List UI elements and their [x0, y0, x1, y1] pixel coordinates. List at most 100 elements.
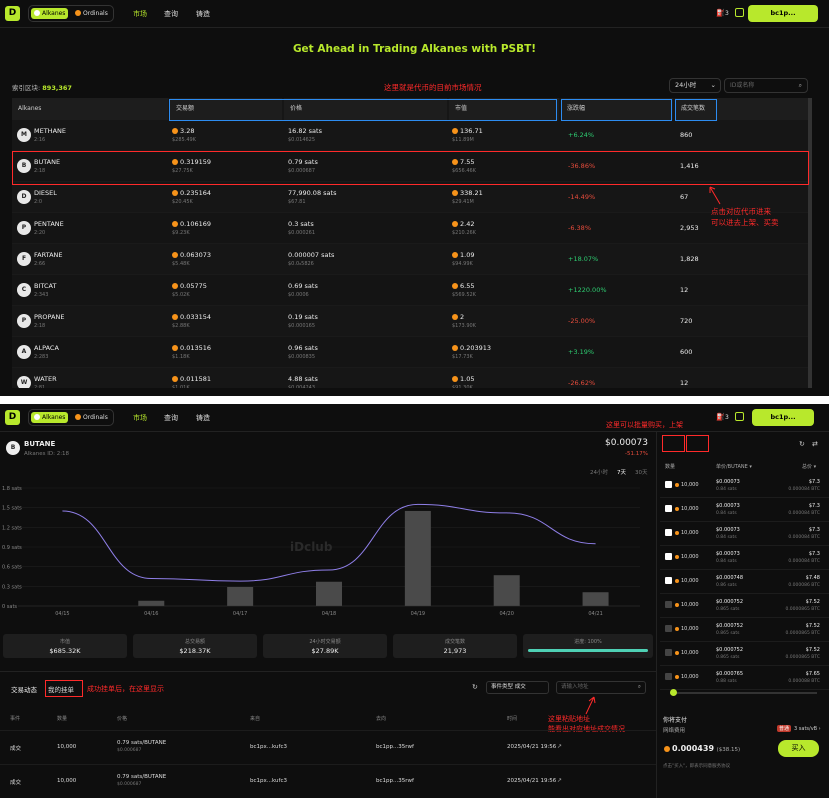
market-row[interactable]: A ALPACA 2:283 0.013516 $1.18K 0.96 sats…	[12, 337, 808, 368]
from-address[interactable]: bc1px...kufc3	[250, 744, 287, 750]
ob-col-total[interactable]: 总价 ▾	[802, 463, 816, 470]
market-panel: D Alkanes Ordinals 市场 查询 铸造 ⛽ 3 bc1p... …	[0, 0, 829, 396]
from-address[interactable]: bc1px...kufc3	[250, 778, 287, 784]
order-checkbox[interactable]	[665, 625, 672, 632]
col-event: 事件	[10, 716, 21, 722]
order-row[interactable]: 10,000 $0.000748 0.86 sats $7.48 0.00008…	[660, 570, 829, 594]
trades: 12	[680, 379, 689, 387]
order-checkbox[interactable]	[665, 529, 672, 536]
order-checkbox[interactable]	[665, 577, 672, 584]
order-sats: 0.865 sats	[716, 631, 740, 636]
mcap-usd: $210.26K	[452, 230, 476, 236]
slider-handle[interactable]	[670, 689, 677, 696]
volume-usd: $1.18K	[172, 354, 190, 360]
alkanes-tab[interactable]: Alkanes	[31, 8, 69, 19]
btc-icon	[452, 128, 458, 134]
volume-usd: $5.48K	[172, 261, 190, 267]
buy-button[interactable]: 买入	[778, 740, 819, 757]
ordinals-tab[interactable]: Ordinals	[75, 8, 108, 19]
col-alkanes[interactable]: Alkanes	[12, 98, 168, 120]
search-input[interactable]: ID或名称 ⌕	[724, 78, 808, 93]
gas-icon-2: ⛽	[716, 413, 725, 421]
order-checkbox[interactable]	[665, 553, 672, 560]
settings-icon[interactable]: ⇄	[812, 440, 818, 448]
fee-badge[interactable]: 普通	[777, 725, 792, 732]
ordinals-tab-2[interactable]: Ordinals	[75, 412, 108, 423]
external-link-icon[interactable]: ↗	[557, 743, 562, 750]
order-checkbox[interactable]	[665, 601, 672, 608]
order-btc: 0.000084 BTC	[788, 511, 820, 516]
wallet-button-2[interactable]: bc1p...	[752, 409, 814, 426]
market-row[interactable]: F FARTANE 2:66 0.063073 $5.48K 0.000007 …	[12, 244, 808, 275]
to-address[interactable]: bc1pp...35rwf	[376, 744, 414, 750]
refresh-icon-2[interactable]: ↻	[799, 440, 805, 448]
volume-usd: $20.45K	[172, 199, 193, 205]
top-nav-2: D Alkanes Ordinals 市场 查询 铸造 ⛽ 3 bc1p...	[0, 404, 829, 432]
btc-icon	[452, 345, 458, 351]
nav-query-2[interactable]: 查询	[164, 413, 178, 423]
external-link-icon[interactable]: ↗	[557, 777, 562, 784]
timeframe-select[interactable]: 24小时 ⌄	[669, 78, 721, 93]
ob-col-unit[interactable]: 单价/BUTANE ▾	[716, 463, 752, 470]
order-checkbox[interactable]	[665, 505, 672, 512]
protocol-toggle[interactable]: Alkanes Ordinals	[28, 5, 114, 22]
order-checkbox[interactable]	[665, 649, 672, 656]
price: 0.19 sats	[288, 313, 318, 321]
volume: 0.063073	[172, 251, 211, 259]
market-row[interactable]: P PROPANE 2:18 0.033154 $2.88K 0.19 sats…	[12, 306, 808, 337]
btc-icon	[675, 627, 679, 631]
order-row[interactable]: 10,000 $0.00073 0.84 sats $7.3 0.000084 …	[660, 522, 829, 546]
wallet-icon[interactable]	[735, 8, 744, 17]
wallet-icon-2[interactable]	[735, 412, 744, 421]
logo-icon-2[interactable]: D	[5, 410, 20, 425]
trades: 67	[680, 193, 689, 201]
protocol-toggle-2[interactable]: Alkanes Ordinals	[28, 409, 114, 426]
btc-icon	[675, 603, 679, 607]
token-id: Alkanes ID: 2:18	[24, 451, 70, 457]
terms[interactable]: 点击"买入"，即表示同意服务协议	[663, 763, 730, 769]
market-row[interactable]: P PENTANE 2:20 0.106169 $9.23K 0.3 sats …	[12, 213, 808, 244]
order-checkbox[interactable]	[665, 673, 672, 680]
fee-value[interactable]: 3 sats/vB ›	[794, 726, 821, 732]
trades: 2,953	[680, 224, 699, 232]
market-row[interactable]: M METHANE 2:16 3.28 $285.49K 16.82 sats …	[12, 120, 808, 151]
order-row[interactable]: 10,000 $0.000752 0.865 sats $7.52 0.0000…	[660, 642, 829, 666]
market-row[interactable]: D DIESEL 2:0 0.235164 $20.45K 77,990.08 …	[12, 182, 808, 213]
mcap-usd: $91.30K	[452, 385, 473, 388]
mcap-usd: $17.73K	[452, 354, 473, 360]
to-address[interactable]: bc1pp...35rwf	[376, 778, 414, 784]
nav-mint[interactable]: 铸造	[196, 9, 210, 19]
wallet-button[interactable]: bc1p...	[748, 5, 818, 22]
order-total: $7.3	[808, 479, 820, 485]
order-row[interactable]: 10,000 $0.00073 0.84 sats $7.3 0.000084 …	[660, 498, 829, 522]
order-row[interactable]: 10,000 $0.000752 0.865 sats $7.52 0.0000…	[660, 618, 829, 642]
order-row[interactable]: 10,000 $0.00073 0.84 sats $7.3 0.000084 …	[660, 546, 829, 570]
btc-icon	[172, 252, 178, 258]
price: 0.79 sats/BUTANE	[117, 774, 167, 780]
order-qty: 10,000	[675, 554, 699, 560]
volume-usd: $285.49K	[172, 137, 196, 143]
nav-market-2[interactable]: 市场	[133, 413, 147, 423]
order-checkbox[interactable]	[665, 481, 672, 488]
order-row[interactable]: 10,000 $0.000765 0.88 sats $7.65 0.00008…	[660, 666, 829, 690]
order-row[interactable]: 10,000 $0.00073 0.84 sats $7.3 0.000084 …	[660, 474, 829, 498]
volume: 0.235164	[172, 189, 211, 197]
order-unit: $0.00073	[716, 527, 740, 533]
market-row[interactable]: C BITCAT 2:343 0.05775 $5.02K 0.69 sats …	[12, 275, 808, 306]
alkanes-tab-2[interactable]: Alkanes	[31, 412, 69, 423]
change: +1220.00%	[568, 286, 607, 294]
logo-icon[interactable]: D	[5, 6, 20, 21]
order-row[interactable]: 10,000 $0.000752 0.865 sats $7.52 0.0000…	[660, 594, 829, 618]
nav-market[interactable]: 市场	[133, 9, 147, 19]
order-total: $7.3	[808, 527, 820, 533]
col-to: 去向	[376, 716, 387, 722]
qty-slider[interactable]	[670, 689, 817, 696]
token-icon: M	[17, 128, 31, 142]
change: -14.49%	[568, 193, 596, 201]
market-row[interactable]: W WATER 2:81 0.011581 $1.01K 4.88 sats $…	[12, 368, 808, 388]
nav-query[interactable]: 查询	[164, 9, 178, 19]
order-total: $7.52	[805, 623, 820, 629]
nav-mint-2[interactable]: 铸造	[196, 413, 210, 423]
scrollbar[interactable]	[808, 98, 812, 388]
order-unit: $0.00073	[716, 479, 740, 485]
